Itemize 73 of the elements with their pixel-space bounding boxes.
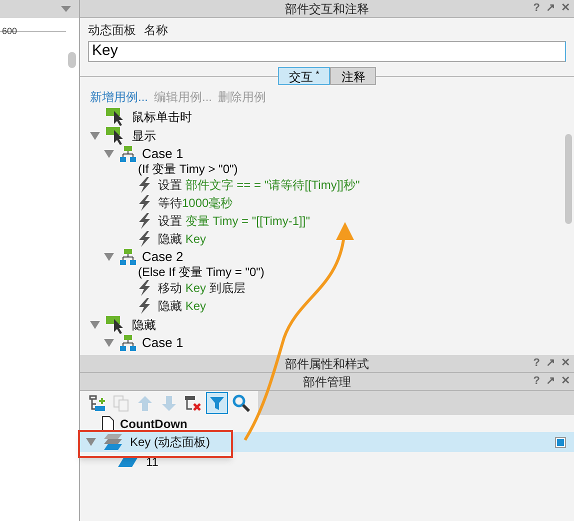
name-input-field[interactable]: Key [88,41,566,62]
cursor-icon [106,126,126,144]
action-text: 隐藏 Key [158,231,206,247]
filter-icon [208,394,226,412]
action-text: 等待1000毫秒 [158,195,233,211]
layer-row[interactable]: 11 [80,452,574,472]
hierarchy-icon [120,146,136,162]
event-row[interactable]: 隐藏 [90,315,562,334]
event-row[interactable]: 显示 [90,126,562,145]
case-link[interactable]: 新增用例... [90,90,148,104]
name-label: 名称 [144,22,168,39]
search-icon [232,394,250,412]
search-button[interactable] [230,392,252,414]
down-arrow-icon [160,394,178,412]
panel-title: 部件属性和样式 [285,356,369,372]
case-condition: (Else If 变量 Timy = "0") [138,265,264,279]
panel-tab[interactable]: 注释 [330,67,376,85]
case-label: Case 1 [142,146,184,162]
expand-triangle-icon[interactable] [86,438,96,446]
panel-tab[interactable]: 交互 $^{*}$ [278,67,330,85]
case-row[interactable]: Case 2 [90,248,562,265]
layer-row[interactable]: Key (动态面板) [80,432,574,452]
panel-control-button[interactable]: ↗ [546,358,555,369]
panel-control-button[interactable]: ? [533,3,540,14]
delete-layer-icon [184,394,202,412]
layer-label: 11 [146,454,158,471]
lightning-icon [138,213,152,229]
action-text: 隐藏 Key [158,298,206,314]
copy-icon [112,394,130,412]
case-label: Case 2 [142,248,184,264]
action-text: 设置 变量 Timy = "[[Timy-1]]" [158,213,310,229]
event-label: 隐藏 [132,316,156,332]
panel-title: 部件交互和注释 [285,0,369,18]
panel-control-button[interactable]: ? [533,376,540,387]
action-text: 移动 Key 到底层 [158,280,246,296]
layer-label: CountDown [120,416,188,432]
case-condition: (If 变量 Timy > "0") [138,162,238,176]
scrollbar-thumb[interactable] [564,134,572,224]
lightning-icon [138,298,152,314]
scrollbar-thumb[interactable] [68,52,76,68]
event-label: 显示 [132,128,156,144]
event-row[interactable]: 鼠标单击时 [90,107,562,126]
layers-icon [102,434,124,450]
lightning-icon [138,177,152,193]
cursor-icon [106,108,126,126]
panel-control-button[interactable]: ↗ [546,3,555,14]
lightning-icon [138,280,152,296]
lightning-icon [138,231,152,247]
case-label: Case 1 [142,334,184,350]
layer-row[interactable]: CountDown [80,415,574,432]
visibility-toggle-icon[interactable] [555,436,566,448]
panel-control-button[interactable]: ✕ [561,3,570,14]
action-text: 设置 部件文字 == = "请等待[[Timy]]秒" [158,177,360,193]
up-arrow-icon [136,394,154,412]
lightning-icon [138,195,152,211]
state-icon [118,457,140,467]
panel-control-button[interactable]: ↗ [546,376,555,387]
widget-type-label: 动态面板 [88,22,136,39]
add-layer-icon [88,394,106,412]
expand-triangle-icon[interactable] [104,252,114,260]
panel-control-button[interactable]: ✕ [561,358,570,369]
panel-control-button[interactable]: ? [533,358,540,369]
dropdown-caret-icon[interactable] [61,6,71,12]
cursor-icon [106,316,126,334]
panel-title: 部件管理 [303,374,351,390]
layer-label: Key (动态面板) [130,434,210,451]
case-row[interactable]: Case 1 [90,334,562,351]
hierarchy-icon [120,334,136,350]
case-row[interactable]: Case 1 [90,145,562,162]
panel-control-button[interactable]: ✕ [561,376,570,387]
ruler-label: 600 [2,26,18,36]
event-label: 鼠标单击时 [132,108,192,124]
hierarchy-icon [120,248,136,264]
